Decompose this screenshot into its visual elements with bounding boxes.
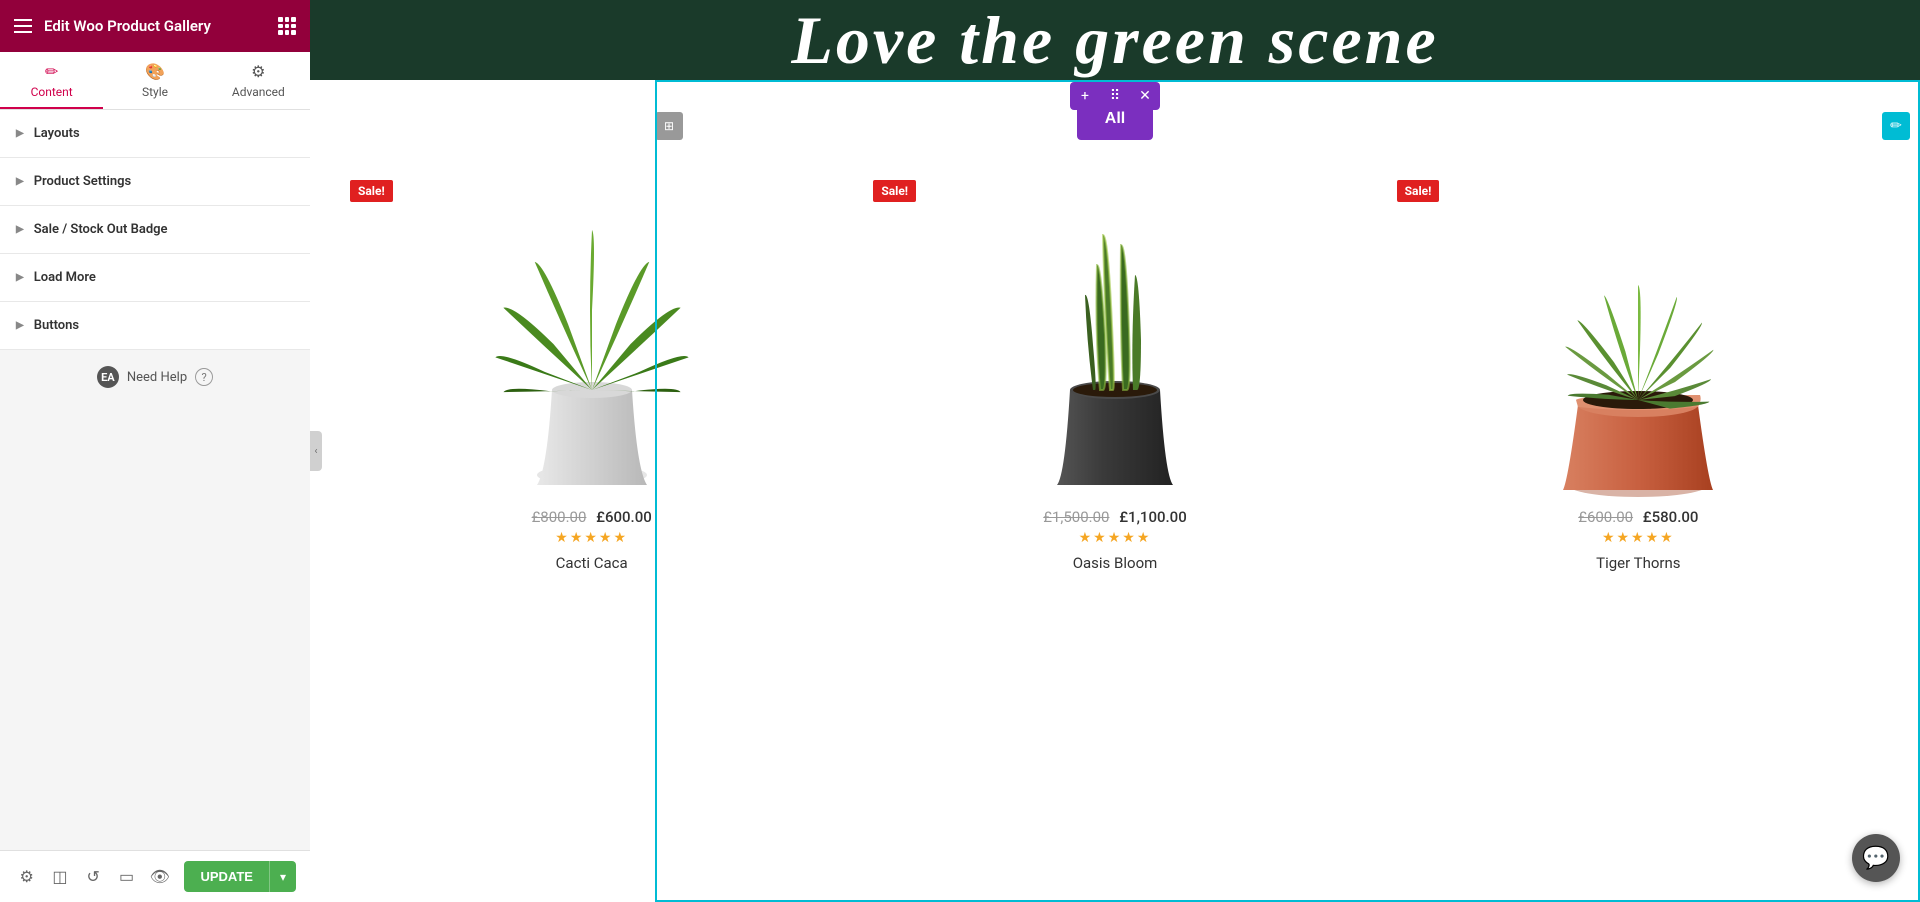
price-old-3: £600.00 [1578,508,1633,526]
update-dropdown-button[interactable]: ▾ [269,861,296,892]
plant-svg-2 [1015,185,1215,495]
price-new-2: £1,100.00 [1119,508,1187,526]
canvas-area: Love the green scene ⊞ ✏ + ⠿ ✕ All Sale! [310,0,1920,902]
product-stars-1: ★★★★★ [555,530,628,546]
content-tab-icon: ✏ [45,62,58,81]
need-help-section: EA Need Help ? [0,350,310,404]
plant-svg-3 [1528,185,1748,495]
tab-advanced[interactable]: ⚙ Advanced [207,52,310,109]
tab-style[interactable]: 🎨 Style [103,52,206,109]
advanced-tab-icon: ⚙ [251,62,265,81]
apps-grid-button[interactable] [278,17,296,35]
chevron-right-icon: ▶ [16,176,24,187]
chevron-right-icon: ▶ [16,320,24,331]
top-bar: Edit Woo Product Gallery [0,0,310,52]
widget-toolbar: + ⠿ ✕ [1070,82,1160,110]
need-help-label[interactable]: Need Help [127,370,187,385]
banner-text: Love the green scene [310,0,1920,80]
main-canvas: Love the green scene ⊞ ✏ + ⠿ ✕ All Sale! [310,0,1920,902]
product-price-3: £600.00 £580.00 [1578,508,1698,526]
product-image-1 [350,180,833,500]
chevron-right-icon: ▶ [16,272,24,283]
product-price-2: £1,500.00 £1,100.00 [1043,508,1186,526]
product-card-1: Sale! [340,170,843,582]
accordion-load-more[interactable]: ▶ Load More [0,254,310,302]
tab-bar: ✏ Content 🎨 Style ⚙ Advanced [0,52,310,110]
sale-badge-2: Sale! [873,180,916,202]
widget-add-button[interactable]: + [1070,82,1100,110]
update-button-group: UPDATE ▾ [184,861,296,892]
products-grid: Sale! [310,150,1920,602]
product-image-3 [1397,180,1880,500]
update-button[interactable]: UPDATE [184,861,268,892]
product-name-1: Cacti Caca [556,554,628,572]
settings-icon[interactable]: ⚙ [14,863,39,891]
product-stars-2: ★★★★★ [1079,530,1152,546]
chevron-right-icon: ▶ [16,224,24,235]
product-price-1: £800.00 £600.00 [532,508,652,526]
price-new-1: £600.00 [596,508,652,526]
widget-close-button[interactable]: ✕ [1130,82,1160,110]
accordion-layouts[interactable]: ▶ Layouts [0,110,310,158]
product-stars-3: ★★★★★ [1602,530,1675,546]
product-card-3: Sale! [1387,170,1890,582]
ea-badge: EA [97,366,119,388]
edit-widget-button[interactable]: ✏ [1882,112,1910,140]
product-image-2 [873,180,1356,500]
price-new-3: £580.00 [1643,508,1699,526]
chevron-right-icon: ▶ [16,128,24,139]
panel-title: Edit Woo Product Gallery [44,17,211,35]
widget-move-button[interactable]: ⠿ [1100,82,1130,110]
responsive-icon[interactable]: ▭ [114,863,139,891]
style-tab-icon: 🎨 [145,62,165,81]
tab-content[interactable]: ✏ Content [0,52,103,109]
accordion-sale-badge[interactable]: ▶ Sale / Stock Out Badge [0,206,310,254]
column-drag-handle[interactable]: ⊞ [655,112,683,140]
plant-svg-1 [492,190,692,490]
eye-icon[interactable]: 👁 [147,863,172,891]
product-card-2: Sale! [863,170,1366,582]
accordion-buttons[interactable]: ▶ Buttons [0,302,310,350]
banner-heading: Love the green scene [791,1,1438,80]
price-old-1: £800.00 [532,508,587,526]
sale-badge-3: Sale! [1397,180,1440,202]
left-panel: Edit Woo Product Gallery ✏ Content 🎨 Sty… [0,0,310,902]
history-icon[interactable]: ↺ [81,863,106,891]
help-icon[interactable]: ? [195,368,213,386]
product-name-3: Tiger Thorns [1596,554,1680,572]
bottom-bar: ⚙ ◫ ↺ ▭ 👁 UPDATE ▾ [0,850,310,902]
accordion-product-settings[interactable]: ▶ Product Settings [0,158,310,206]
chat-button[interactable]: 💬 [1852,834,1900,882]
layers-icon[interactable]: ◫ [47,863,72,891]
product-name-2: Oasis Bloom [1073,554,1158,572]
collapse-panel-handle[interactable]: ‹ [310,431,322,471]
sale-badge-1: Sale! [350,180,393,202]
price-old-2: £1,500.00 [1043,508,1109,526]
hamburger-menu-button[interactable] [14,19,32,33]
accordion-container: ▶ Layouts ▶ Product Settings ▶ Sale / St… [0,110,310,902]
